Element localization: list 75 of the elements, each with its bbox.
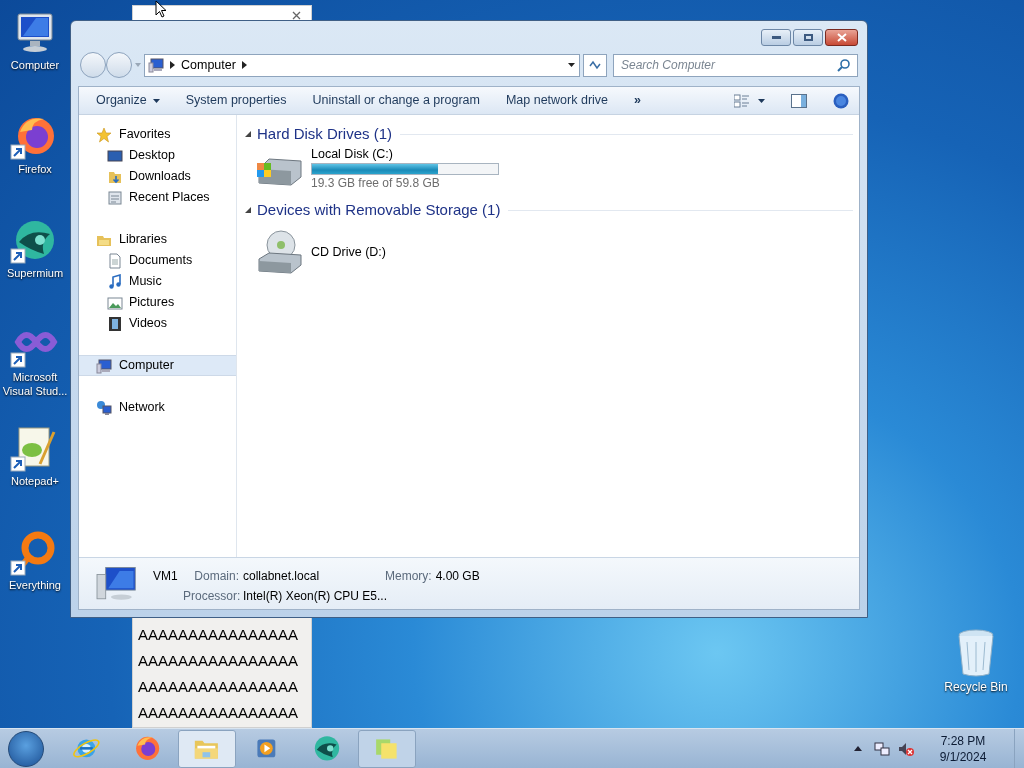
close-icon: [836, 33, 847, 42]
address-bar[interactable]: Computer: [144, 53, 580, 77]
text-line: AAAAAAAAAAAAAAAA: [138, 625, 300, 645]
caret-icon[interactable]: [758, 98, 765, 103]
text-line: AAAAAAAAAAAAAAAA: [138, 651, 300, 671]
drive-name[interactable]: CD Drive (D:): [311, 242, 386, 262]
detail-value: 4.00 GB: [435, 568, 480, 585]
network-icon[interactable]: [874, 740, 890, 757]
desktop-icon: [107, 147, 123, 164]
more-button[interactable]: »: [625, 88, 650, 113]
network-icon: [96, 399, 112, 416]
nav-item[interactable]: Recent Places: [79, 187, 236, 208]
nav-item[interactable]: Documents: [79, 250, 236, 271]
music-note-icon: [107, 273, 123, 290]
search-box[interactable]: Search Computer: [613, 53, 858, 77]
text-line: AAAAAAAAAAAAAAAA: [138, 677, 300, 697]
refresh-button[interactable]: [583, 53, 607, 77]
text-line: AAAAAAAAAAAAAAAA: [138, 703, 300, 723]
caret-icon: [152, 98, 160, 103]
document-icon: [107, 252, 123, 269]
nav-item[interactable]: Network: [79, 397, 236, 418]
desktop-icon-label[interactable]: Recycle Bin: [944, 678, 1008, 696]
nav-item[interactable]: Libraries: [79, 229, 236, 250]
desktop-icon-label[interactable]: Firefox: [1, 162, 69, 176]
nav-item[interactable]: Favorites: [79, 124, 236, 145]
search-icon: [837, 58, 850, 72]
group-header[interactable]: Hard Disk Drives (1): [257, 122, 392, 146]
clock-date[interactable]: 9/1/2024: [939, 748, 987, 765]
nav-item[interactable]: Computer: [79, 355, 236, 376]
maximize-button[interactable]: [793, 29, 823, 46]
detail-label: Processor:: [183, 588, 239, 605]
toolbar-button[interactable]: Map network drive: [496, 88, 618, 113]
computer-icon: [148, 57, 164, 73]
minimize-button[interactable]: [761, 29, 791, 46]
chevron-icon[interactable]: [170, 61, 175, 69]
toolbar-button[interactable]: System properties: [176, 88, 296, 113]
nav-item[interactable]: Music: [79, 271, 236, 292]
computer-icon: [96, 357, 112, 374]
clock-time[interactable]: 7:28 PM: [940, 732, 986, 749]
detail-value: Intel(R) Xeon(R) CPU E5...: [243, 588, 389, 605]
picture-icon: [107, 294, 123, 311]
caret-icon[interactable]: [568, 63, 575, 67]
free-space: 19.3 GB free of 59.8 GB: [311, 175, 441, 192]
view-options-icon[interactable]: [734, 93, 750, 108]
computer-name: VM1: [153, 568, 179, 585]
nav-item[interactable]: Pictures: [79, 292, 236, 313]
show-hidden-icons-icon[interactable]: [854, 746, 862, 751]
chevron-icon[interactable]: [241, 61, 247, 69]
preview-pane-icon[interactable]: [791, 93, 807, 108]
star-icon: [96, 126, 112, 143]
group-header[interactable]: Devices with Removable Storage (1): [257, 198, 501, 222]
desktop-icon-label[interactable]: Supermium: [1, 266, 69, 280]
start-button[interactable]: [8, 730, 44, 767]
recent-places-icon: [107, 189, 123, 206]
close-button[interactable]: [825, 29, 858, 46]
nav-item[interactable]: Desktop: [79, 145, 236, 166]
desktop-icon-label[interactable]: Notepad+: [1, 474, 69, 488]
desktop-icon-label[interactable]: Microsoft Visual Stud...: [1, 370, 69, 398]
drive-name[interactable]: Local Disk (C:): [311, 146, 499, 163]
desktop-icon-label[interactable]: Computer: [1, 58, 69, 72]
detail-label: Domain:: [193, 568, 239, 585]
nav-item[interactable]: Videos: [79, 313, 236, 334]
detail-value: collabnet.local: [243, 568, 321, 585]
toolbar-button[interactable]: Uninstall or change a program: [303, 88, 489, 113]
search-field[interactable]: Search Computer: [621, 56, 837, 74]
cd-drive-icon: [255, 229, 305, 275]
toolbar-menu[interactable]: Organize: [87, 88, 169, 113]
desktop-icon-label[interactable]: Everything: [1, 578, 69, 592]
film-icon: [107, 315, 123, 332]
close-icon[interactable]: [292, 11, 301, 20]
nav-item[interactable]: Downloads: [79, 166, 236, 187]
detail-label: Memory:: [385, 568, 432, 585]
breadcrumb[interactable]: Computer: [181, 55, 236, 75]
collapse-triangle-icon[interactable]: [245, 131, 251, 137]
collapse-triangle-icon[interactable]: [245, 207, 251, 213]
